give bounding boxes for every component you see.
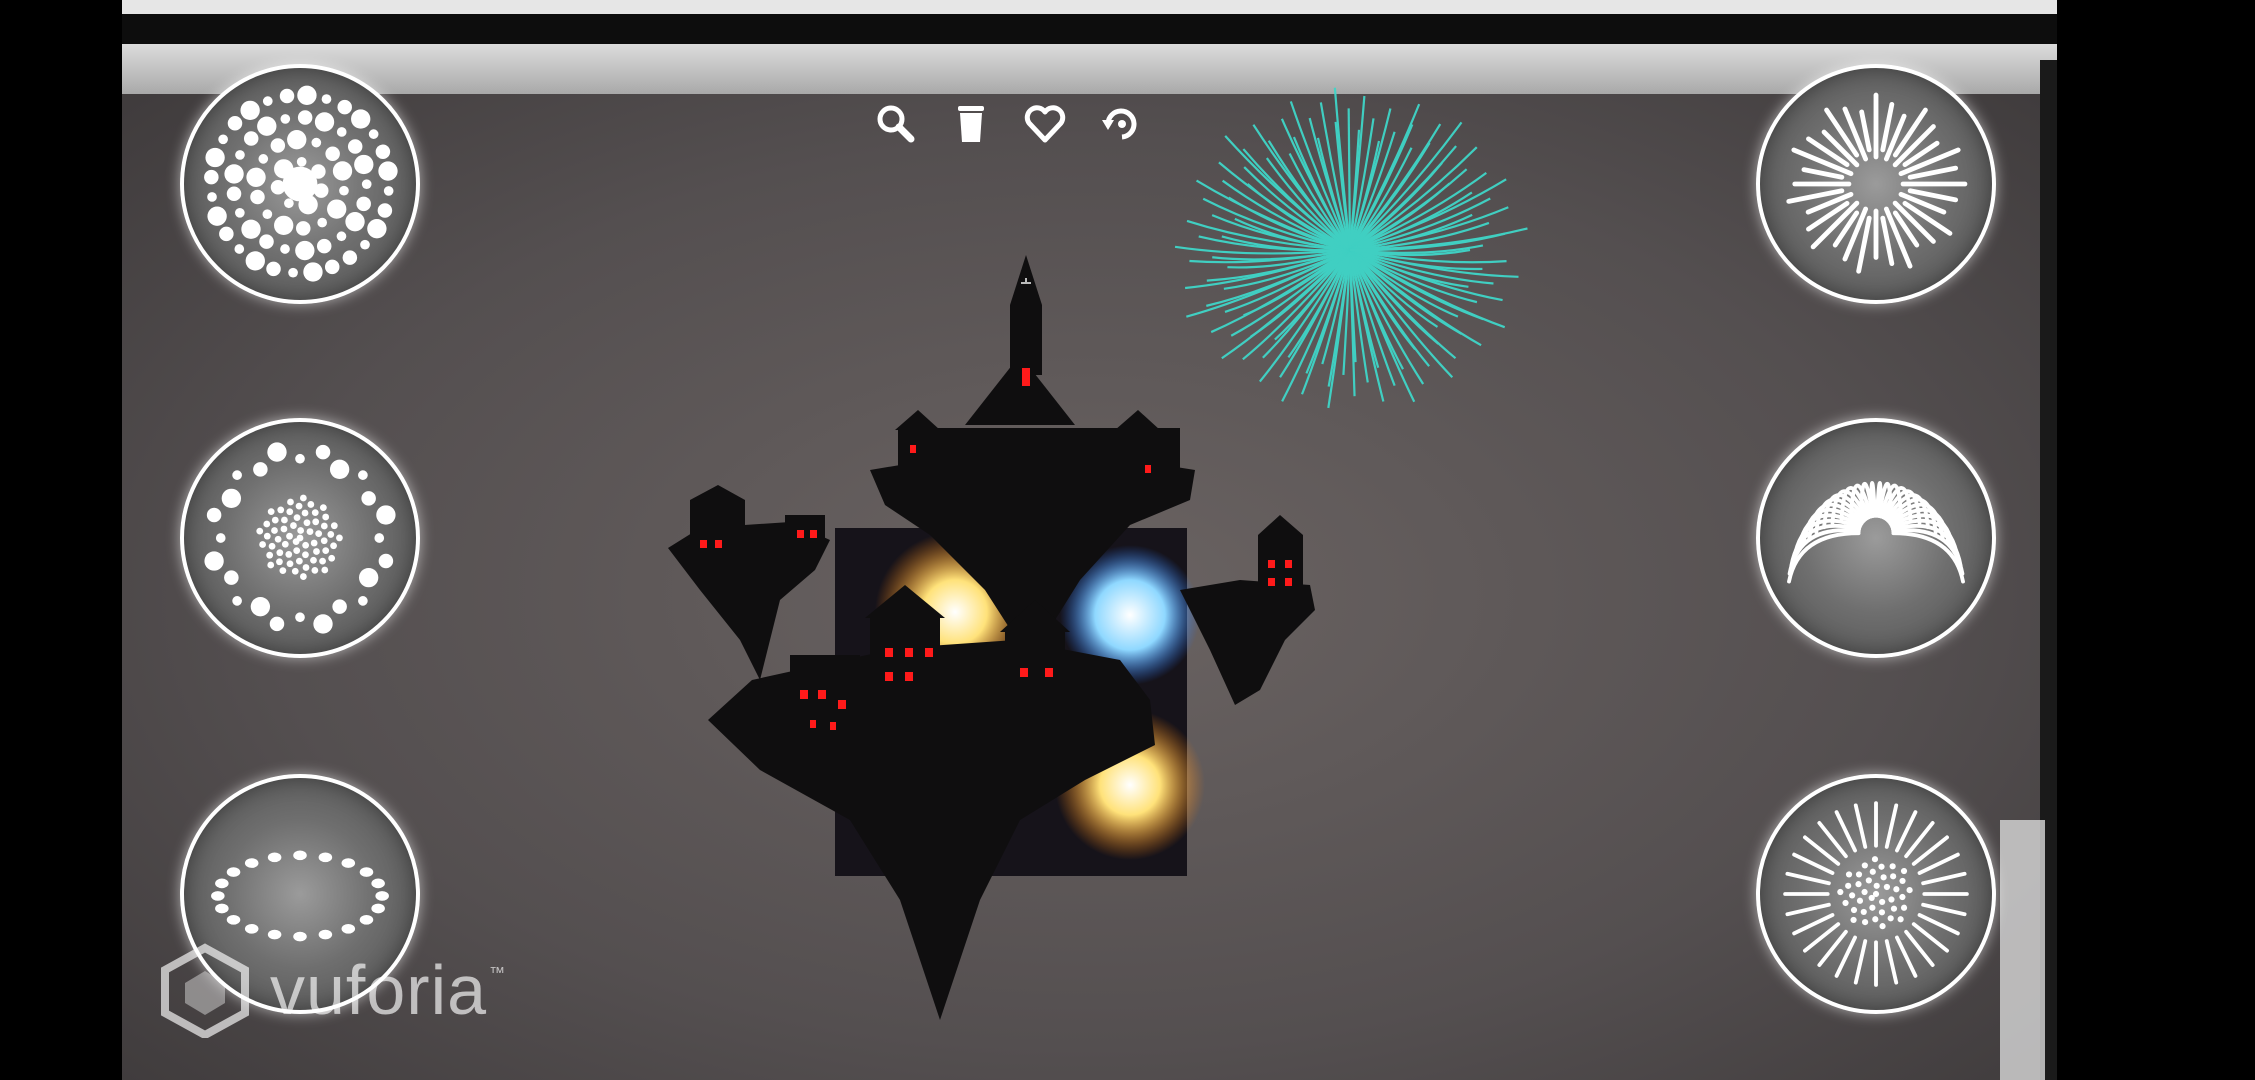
vuforia-cube-icon	[161, 942, 249, 1038]
watermark-text: vuforia	[270, 951, 488, 1029]
willow-burst-icon	[1787, 481, 1965, 584]
favorite-button[interactable]	[1022, 100, 1068, 146]
delete-button[interactable]	[948, 100, 994, 146]
trash-icon	[958, 106, 984, 142]
firework-button-peony-burst[interactable]	[1756, 774, 1996, 1014]
reset-button[interactable]	[1098, 100, 1144, 146]
ar-camera-view: vuforia ™	[0, 0, 2255, 1080]
trademark-symbol: ™	[489, 965, 506, 982]
zoom-button[interactable]	[872, 100, 918, 146]
heart-icon	[1024, 105, 1066, 143]
dots-burst-icon	[204, 85, 398, 282]
peony-burst-icon	[1783, 801, 1969, 987]
firework-button-dots-burst[interactable]	[180, 64, 420, 304]
magnifier-icon	[877, 105, 915, 143]
line-burst-icon	[1786, 92, 1968, 274]
rotate-icon	[1102, 108, 1137, 140]
firework-button-willow-burst[interactable]	[1756, 418, 1996, 658]
vuforia-watermark: vuforia ™	[160, 942, 506, 1038]
firework-button-line-burst[interactable]	[1756, 64, 1996, 304]
firework-button-ring-burst[interactable]	[180, 418, 420, 658]
ring-burst-icon	[204, 442, 396, 634]
